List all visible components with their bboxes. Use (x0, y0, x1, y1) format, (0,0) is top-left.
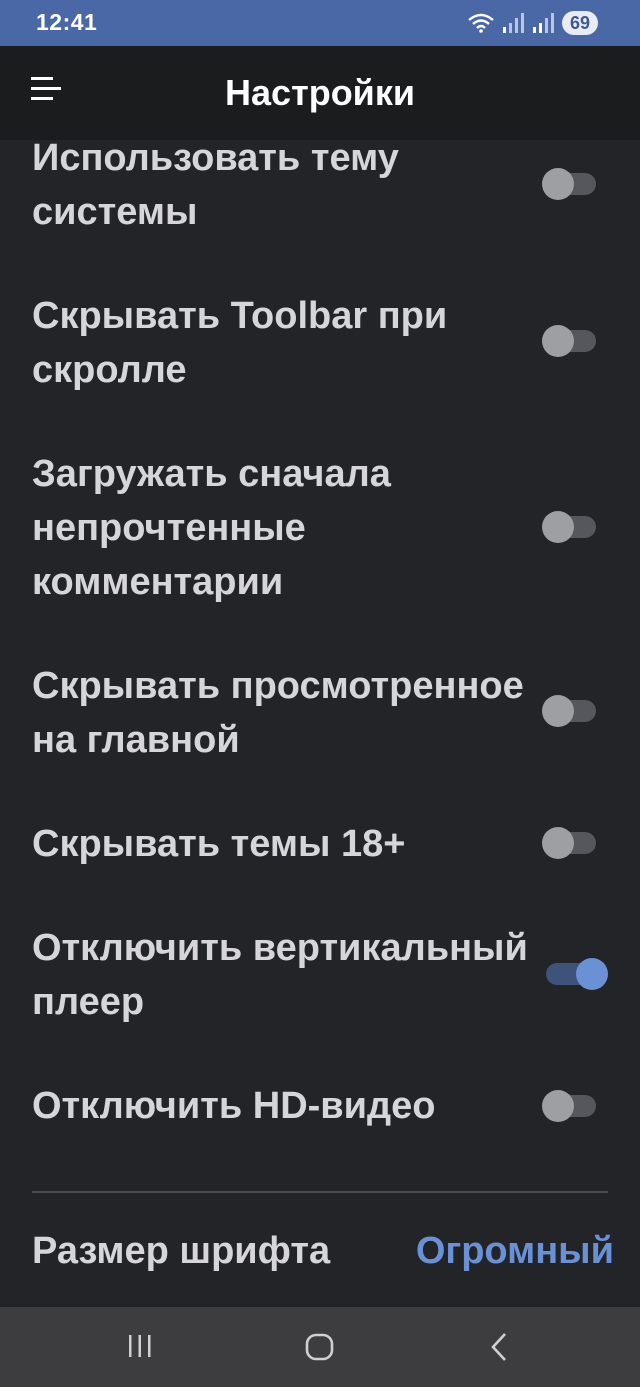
home-icon[interactable] (300, 1327, 340, 1367)
setting-label-disable-hd-video: Отключить HD-видео (32, 1085, 436, 1127)
settings-screen: 12:41 69 Настройки Использовать тему сис… (0, 0, 640, 1387)
status-time: 12:41 (36, 9, 98, 35)
setting-label-load-unread-comments: Загружать сначала непрочтенные комментар… (32, 453, 391, 603)
recent-apps-icon[interactable] (120, 1327, 160, 1367)
toggle-hide-viewed[interactable] (542, 695, 596, 727)
setting-label-hide-viewed: Скрывать просмотренное на главной (32, 665, 524, 761)
back-icon[interactable] (480, 1327, 520, 1367)
status-bar: 12:41 69 (0, 0, 640, 46)
toggle-hide-18-plus[interactable] (542, 827, 596, 859)
setting-label-disable-vertical-player: Отключить вертикальный плеер (32, 927, 528, 1023)
wifi-icon (468, 13, 494, 33)
signal-icon (502, 13, 524, 33)
navigation-bar (0, 1307, 640, 1387)
status-icons: 69 (468, 10, 598, 36)
font-size-label: Размер шрифта (32, 1230, 331, 1272)
divider (32, 1191, 608, 1193)
page-title: Настройки (225, 72, 415, 113)
battery-icon: 69 (561, 11, 598, 35)
toggle-use-system-theme[interactable] (542, 168, 596, 200)
signal-roaming-icon (532, 13, 554, 33)
font-size-value[interactable]: Огромный (416, 1230, 614, 1273)
setting-label-hide-18-plus: Скрывать темы 18+ (32, 823, 406, 865)
toggle-load-unread-comments[interactable] (542, 511, 596, 543)
app-bar: Настройки (0, 46, 640, 140)
setting-label-hide-toolbar: Скрывать Toolbar при скролле (32, 295, 448, 391)
setting-label-use-system-theme: Использовать тему системы (32, 137, 399, 233)
toggle-hide-toolbar[interactable] (542, 325, 596, 357)
toggle-disable-vertical-player[interactable] (546, 958, 608, 990)
toggle-disable-hd-video[interactable] (542, 1090, 596, 1122)
